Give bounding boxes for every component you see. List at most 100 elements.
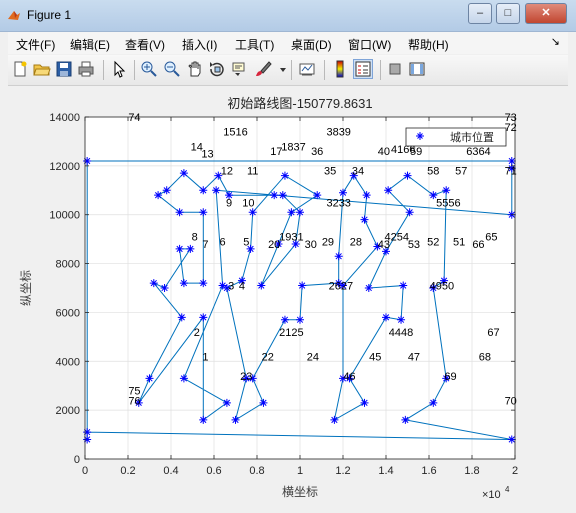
show-plot-tools-icon[interactable] — [408, 60, 426, 78]
city-label: 1837 — [281, 141, 305, 153]
menu-bar: 文件(F) 编辑(E) 查看(V) 插入(I) 工具(T) 桌面(D) 窗口(W… — [8, 32, 568, 54]
hide-plot-tools-icon[interactable] — [386, 60, 404, 78]
city-label: 65 — [485, 232, 497, 244]
menu-overflow-icon[interactable]: ↘ — [551, 35, 560, 48]
select-pointer-icon[interactable] — [110, 60, 128, 78]
menu-desktop[interactable]: 桌面(D) — [291, 36, 332, 53]
city-label: 7 — [202, 239, 208, 251]
save-icon[interactable] — [55, 60, 73, 78]
toolbar-separator — [380, 60, 381, 80]
new-figure-icon[interactable] — [11, 60, 29, 78]
city-marker — [382, 313, 390, 322]
city-label: 28 — [350, 237, 362, 249]
city-label: 70 — [505, 395, 517, 407]
pan-hand-icon[interactable] — [186, 60, 204, 78]
menu-window[interactable]: 窗口(W) — [348, 36, 391, 53]
window-title: Figure 1 — [27, 8, 72, 22]
x-tick-label: 1.6 — [421, 465, 436, 477]
zoom-out-icon[interactable] — [163, 60, 181, 78]
close-button[interactable]: ✕ — [525, 3, 567, 24]
brush-dropdown-icon[interactable] — [274, 60, 286, 78]
city-label: 3839 — [326, 127, 350, 139]
x-exponent-label: ×10 — [482, 489, 501, 501]
city-label: 23 — [240, 371, 252, 383]
city-label: 71 — [505, 166, 517, 178]
city-label: 3 — [228, 281, 234, 293]
zoom-in-icon[interactable] — [140, 60, 158, 78]
city-marker — [296, 315, 304, 324]
legend-icon[interactable] — [353, 59, 373, 79]
x-tick-label: 0.4 — [163, 465, 178, 477]
city-label: 6 — [220, 237, 226, 249]
city-marker — [145, 374, 154, 383]
x-tick-label: 1.2 — [335, 465, 350, 477]
restore-icon: □ — [504, 7, 512, 19]
city-label: 35 — [324, 166, 336, 178]
city-label: 51 — [453, 237, 465, 249]
minimize-icon: – — [476, 7, 484, 19]
legend[interactable]: 城市位置 — [405, 127, 507, 147]
city-label: 2 — [194, 327, 200, 339]
city-label: 57 — [455, 166, 467, 178]
city-label: 22 — [262, 351, 274, 363]
city-label: 52 — [427, 237, 439, 249]
city-marker — [199, 415, 208, 424]
city-label: 11 — [247, 166, 258, 178]
x-tick-label: 0.8 — [249, 465, 264, 477]
city-label: 30 — [305, 239, 317, 251]
rotate-3d-icon[interactable] — [208, 60, 226, 78]
city-marker — [257, 281, 266, 290]
menu-view[interactable]: 查看(V) — [125, 36, 165, 53]
city-label: 9 — [226, 198, 232, 210]
data-cursor-icon[interactable] — [230, 60, 248, 78]
colorbar-icon[interactable] — [331, 60, 349, 78]
figure-toolbar — [8, 55, 568, 86]
city-marker — [199, 279, 208, 288]
city-marker — [399, 281, 408, 290]
city-label: 24 — [307, 351, 319, 363]
city-label: 47 — [408, 351, 420, 363]
x-tick-label: 0 — [82, 465, 88, 477]
y-tick-label: 0 — [74, 454, 80, 466]
menu-edit[interactable]: 编辑(E) — [70, 36, 110, 53]
city-label: 68 — [479, 351, 491, 363]
city-label: 76 — [128, 395, 140, 407]
city-marker — [177, 313, 186, 322]
city-label: 4254 — [385, 232, 409, 244]
city-label: 5556 — [436, 198, 460, 210]
print-icon[interactable] — [77, 60, 95, 78]
menu-insert[interactable]: 插入(I) — [182, 36, 217, 53]
city-label: 1 — [202, 351, 208, 363]
city-label: 13 — [201, 149, 213, 161]
route-plot[interactable]: 0 0.2 0.4 0.6 0.8 1 1.2 1.4 1.6 1.8 2 0 2000 4000 6000… — [8, 86, 568, 505]
city-marker — [222, 398, 231, 407]
legend-label: 城市位置 — [450, 130, 494, 144]
city-label: 34 — [352, 166, 364, 178]
y-tick-label: 4000 — [56, 356, 80, 368]
y-tick-label: 10000 — [49, 210, 80, 222]
y-tick-label: 6000 — [56, 307, 80, 319]
y-tick-label: 8000 — [56, 259, 80, 271]
city-marker — [429, 398, 438, 407]
figure-canvas: 0 0.2 0.4 0.6 0.8 1 1.2 1.4 1.6 1.8 2 0 2000 4000 6000… — [8, 86, 568, 505]
city-marker — [259, 398, 268, 407]
menu-tools[interactable]: 工具(T) — [235, 36, 274, 53]
brush-icon[interactable] — [254, 60, 272, 78]
city-marker — [360, 215, 369, 224]
restore-button[interactable]: □ — [496, 3, 520, 24]
city-marker — [149, 279, 158, 288]
city-label: 67 — [487, 327, 499, 339]
city-marker — [339, 188, 347, 197]
city-label: 1931 — [279, 232, 303, 244]
city-label: 6364 — [466, 146, 490, 158]
menu-help[interactable]: 帮助(H) — [408, 36, 449, 53]
city-label: 66 — [472, 239, 484, 251]
link-plot-icon[interactable] — [298, 60, 316, 78]
x-tick-label: 1.8 — [464, 465, 479, 477]
city-label: 46 — [343, 371, 355, 383]
minimize-button[interactable]: – — [468, 3, 492, 24]
menu-file[interactable]: 文件(F) — [16, 36, 55, 53]
open-folder-icon[interactable] — [33, 60, 51, 78]
city-label: 45 — [369, 351, 381, 363]
x-exponent-power: 4 — [505, 485, 510, 494]
